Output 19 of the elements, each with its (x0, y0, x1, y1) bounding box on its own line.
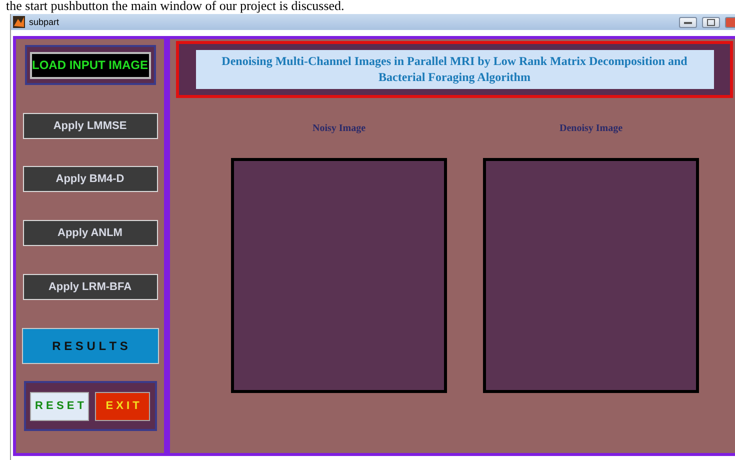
image-label: Denoisy Image (559, 123, 623, 134)
reset-button[interactable]: R E S E T (30, 392, 89, 420)
load-input-image-button[interactable]: LOAD INPUT IMAGE (30, 52, 150, 78)
minimize-icon (684, 20, 692, 24)
maximize-icon (707, 18, 715, 26)
project-title: Denoising Multi-Channel Images in Parallel MRI by Low Rank Matrix Decomposition and Bacterial Foraging Algorithm (196, 50, 714, 89)
apply-method-button[interactable]: Apply LMMSE (22, 113, 158, 139)
apply-method-button[interactable]: Apply LRM-BFA (22, 274, 158, 300)
caption-text: the start pushbutton the main window of our project is discussed. (5, 0, 346, 14)
close-button[interactable] (725, 16, 735, 28)
apply-method-button[interactable]: Apply BM4-D (22, 166, 158, 192)
image-label: Noisy Image (312, 123, 366, 134)
exit-button[interactable]: E X I T (95, 392, 150, 420)
results-button[interactable]: R E S U L T S (22, 328, 158, 364)
maximize-button[interactable] (702, 16, 720, 28)
minimize-button[interactable] (679, 16, 697, 28)
apply-method-button[interactable]: Apply ANLM (22, 220, 158, 246)
window-title: subpart (29, 17, 60, 27)
app-icon (13, 16, 25, 28)
